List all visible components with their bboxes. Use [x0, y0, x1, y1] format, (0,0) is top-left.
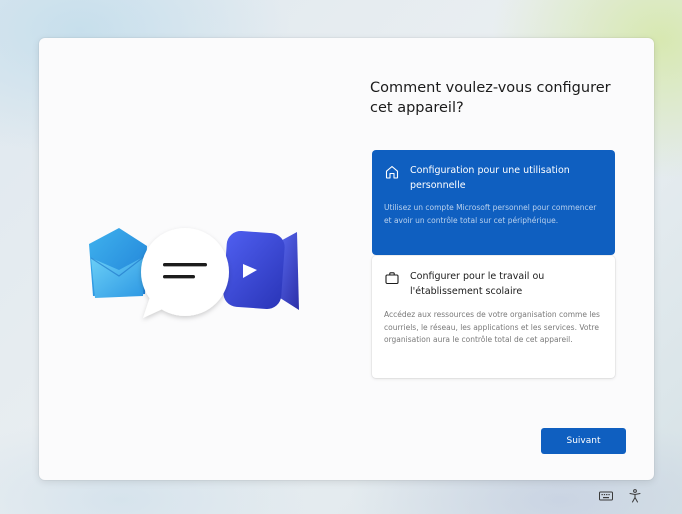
video-camera-icon [223, 231, 299, 310]
next-button[interactable]: Suivant [541, 428, 626, 454]
page-title: Comment voulez-vous configurer cet appar… [370, 80, 611, 116]
setup-dialog: Comment voulez-vous configurer cet appar… [39, 38, 654, 480]
option-title: Configurer pour le travail ou l'établiss… [410, 271, 545, 297]
accessibility-icon[interactable] [627, 488, 643, 504]
setup-illustration [89, 228, 299, 318]
option-description: Accédez aux ressources de votre organisa… [384, 310, 600, 344]
briefcase-icon [385, 272, 399, 285]
option-description: Utilisez un compte Microsoft personnel p… [384, 203, 597, 225]
mail-icon [89, 228, 147, 298]
option-title: Configuration pour une utilisation perso… [410, 165, 570, 191]
chat-bubble-icon [141, 228, 229, 318]
option-work-or-school[interactable]: Configurer pour le travail ou l'établiss… [372, 256, 615, 378]
keyboard-icon[interactable] [598, 488, 614, 504]
option-personal-use[interactable]: Configuration pour une utilisation perso… [372, 150, 615, 255]
home-icon [385, 165, 399, 179]
